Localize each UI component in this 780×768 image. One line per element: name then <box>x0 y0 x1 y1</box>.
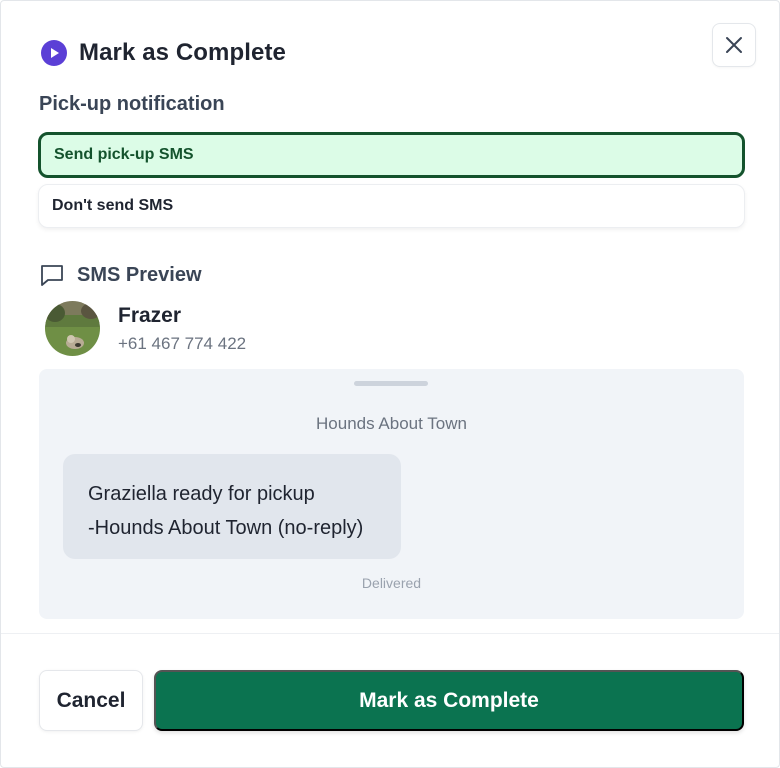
close-button[interactable] <box>712 23 756 67</box>
avatar <box>45 301 100 356</box>
message-bubble: Graziella ready for pickup -Hounds About… <box>63 454 401 559</box>
message-line: -Hounds About Town (no-reply) <box>88 517 364 539</box>
footer-divider <box>1 633 779 634</box>
chat-bubble-icon <box>41 265 63 286</box>
contact-name: Frazer <box>118 304 182 327</box>
play-circle-icon <box>41 40 67 66</box>
dialog-header: Mark as Complete <box>41 39 286 67</box>
dialog-title: Mark as Complete <box>79 39 287 66</box>
option-send-pickup-sms[interactable]: Send pick-up SMS <box>38 132 745 178</box>
message-line: Graziella ready for pickup <box>88 483 315 505</box>
option-label: Send pick-up SMS <box>54 146 194 163</box>
sms-preview-label: SMS Preview <box>77 263 202 286</box>
mark-as-complete-button[interactable]: Mark as Complete <box>154 670 744 731</box>
delivery-status: Delivered <box>361 575 422 591</box>
option-label: Don't send SMS <box>52 197 174 214</box>
cancel-button[interactable]: Cancel <box>39 670 143 731</box>
contact-phone: +61 467 774 422 <box>118 334 247 353</box>
sms-preview-panel: Hounds About Town Graziella ready for pi… <box>39 369 744 619</box>
mark-complete-dialog: Mark as Complete Pick-up notification Se… <box>0 0 780 768</box>
sms-preview-heading: SMS Preview <box>39 262 202 288</box>
sms-sender: Hounds About Town <box>316 414 467 433</box>
pickup-notification-heading: Pick-up notification <box>39 93 225 115</box>
option-dont-send-sms[interactable]: Don't send SMS <box>38 184 745 228</box>
contact-card: Frazer +61 467 774 422 <box>45 301 246 356</box>
close-icon <box>726 37 742 53</box>
drag-handle <box>354 381 428 386</box>
